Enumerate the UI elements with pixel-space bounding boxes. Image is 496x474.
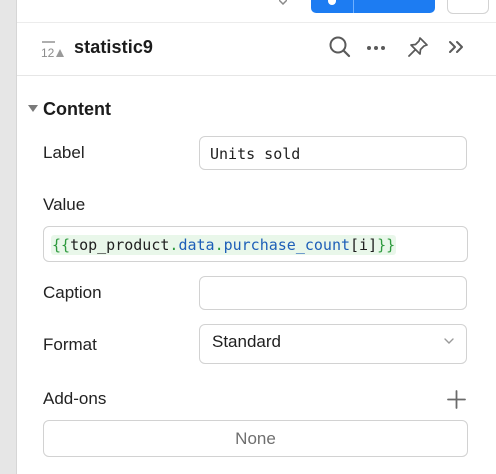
svg-text:12: 12: [41, 46, 55, 59]
component-name[interactable]: statistic9: [74, 37, 153, 58]
code-token-brace: }}: [377, 236, 396, 254]
secondary-action-button[interactable]: [447, 0, 489, 14]
section-title: Content: [43, 99, 111, 119]
more-horizontal-icon[interactable]: [364, 35, 388, 59]
label-input-value: Units sold: [210, 145, 301, 163]
pin-icon[interactable]: [406, 35, 430, 59]
format-field-label: Format: [43, 335, 97, 354]
code-token-dot: .: [214, 236, 224, 254]
top-toolbar: [17, 0, 496, 22]
addons-label: Add-ons: [43, 389, 107, 408]
label-input[interactable]: Units sold: [199, 136, 467, 170]
primary-action-button[interactable]: [311, 0, 435, 13]
format-select[interactable]: Standard: [199, 324, 467, 364]
caret-down-icon[interactable]: [28, 105, 38, 113]
value-code-input[interactable]: {{top_product.data.purchase_count[i]}}: [43, 226, 468, 262]
dropdown-caret-icon[interactable]: [279, 0, 287, 5]
code-token-ident: top_product: [70, 236, 170, 254]
chevron-down-icon: [444, 338, 454, 344]
header-divider: [17, 75, 496, 76]
value-expression: {{top_product.data.purchase_count[i]}}: [51, 235, 397, 255]
code-token-ident: [i]: [350, 236, 378, 254]
addons-empty-text: None: [235, 429, 276, 448]
inspector-header: 12 statistic9: [17, 23, 496, 75]
primary-button-icon: [328, 0, 336, 5]
collapse-panel-icon[interactable]: [445, 35, 469, 59]
format-selected-value: Standard: [212, 332, 281, 351]
code-token-prop: purchase_count: [223, 236, 351, 254]
search-icon[interactable]: [328, 35, 352, 59]
button-split-divider: [353, 0, 354, 13]
label-field-label: Label: [43, 143, 85, 162]
add-addon-icon[interactable]: [447, 390, 466, 409]
canvas-edge: [0, 0, 17, 474]
value-field-label: Value: [43, 195, 86, 214]
caption-input[interactable]: [199, 276, 467, 310]
addons-empty-box: None: [43, 420, 468, 457]
caption-field-label: Caption: [43, 283, 102, 302]
number-12-icon: 12: [41, 41, 64, 59]
code-token-brace: {{: [52, 236, 71, 254]
code-token-prop: data: [178, 236, 215, 254]
